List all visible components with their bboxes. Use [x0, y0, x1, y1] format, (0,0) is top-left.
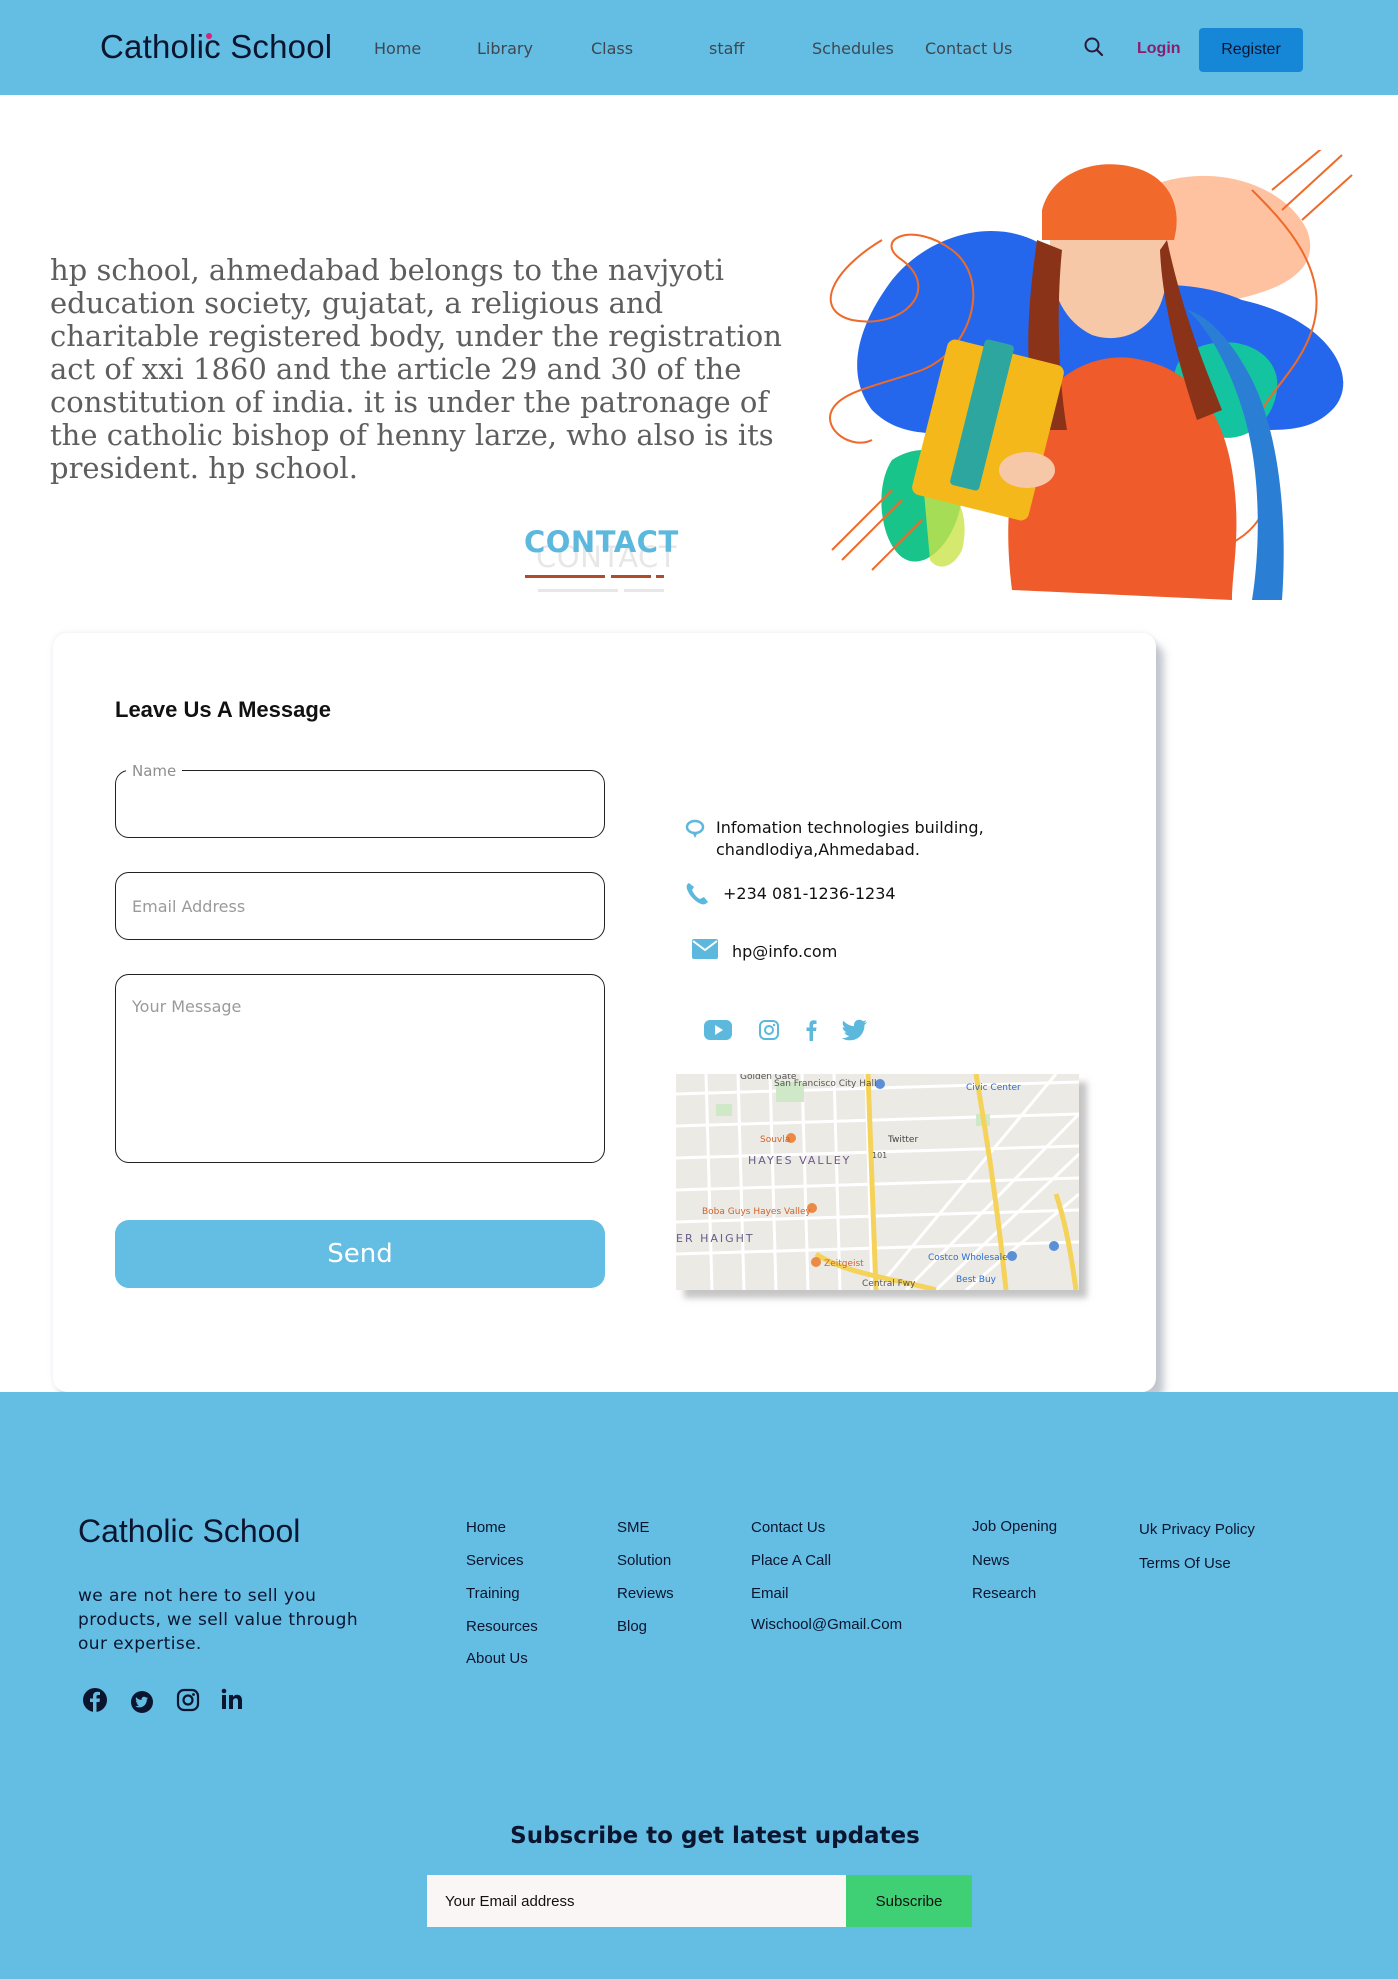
address-line-2: chandlodiya,Ahmedabad.	[716, 840, 920, 859]
heading-underline-shadow	[538, 589, 618, 592]
footer-link-home[interactable]: Home	[466, 1519, 506, 1536]
nav-link-staff[interactable]: staff	[709, 39, 744, 58]
twitter-icon[interactable]	[842, 1019, 868, 1041]
nav-link-home[interactable]: Home	[374, 39, 421, 58]
footer-link-contact-us[interactable]: Contact Us	[751, 1519, 825, 1536]
student-hero-illustration	[829, 150, 1353, 600]
footer-link-about-us[interactable]: About Us	[466, 1650, 528, 1667]
map-label: HAYES VALLEY	[748, 1154, 851, 1167]
message-field[interactable]	[115, 974, 605, 1163]
map-label: Costco Wholesale	[928, 1253, 1008, 1263]
youtube-icon[interactable]	[704, 1019, 732, 1041]
footer-logo[interactable]: Catholic School	[78, 1513, 300, 1550]
subscribe-title: Subscribe to get latest updates	[510, 1823, 920, 1849]
subscribe-button[interactable]: Subscribe	[846, 1875, 972, 1927]
heading-underline-shadow	[624, 589, 664, 592]
subscribe-email-input[interactable]	[427, 1875, 846, 1927]
map-label: Golden Gate	[740, 1074, 797, 1082]
facebook-icon[interactable]	[804, 1019, 818, 1041]
instagram-icon[interactable]	[176, 1688, 200, 1712]
location-map[interactable]: San Francisco City Hall Golden Gate Civi…	[676, 1074, 1079, 1290]
twitter-icon[interactable]	[130, 1690, 154, 1714]
login-link[interactable]: Login	[1137, 40, 1181, 58]
heading-underline	[525, 575, 605, 578]
map-label: Boba Guys Hayes Valley	[702, 1207, 812, 1217]
footer-link-news[interactable]: News	[972, 1552, 1010, 1569]
search-icon[interactable]	[1082, 35, 1106, 59]
facebook-icon[interactable]	[82, 1687, 108, 1713]
contact-email[interactable]: hp@info.com	[732, 941, 837, 963]
footer-link-services[interactable]: Services	[466, 1552, 524, 1569]
footer-link-terms-of-use[interactable]: Terms Of Use	[1139, 1555, 1231, 1572]
footer-link-job-opening[interactable]: Job Opening	[972, 1518, 1057, 1535]
footer-link-training[interactable]: Training	[466, 1585, 520, 1602]
heading-underline	[611, 575, 651, 578]
map-label: Best Buy	[956, 1275, 997, 1285]
footer-tagline: we are not here to sell you products, we…	[78, 1586, 359, 1654]
map-label: ER HAIGHT	[676, 1232, 755, 1245]
footer-link-research[interactable]: Research	[972, 1585, 1036, 1602]
footer-link-email[interactable]: Email	[751, 1585, 789, 1602]
map-label: Twitter	[887, 1135, 918, 1145]
map-label: Zeitgeist	[824, 1259, 864, 1269]
address-line-1: Infomation technologies building,	[716, 818, 984, 837]
nav-link-library[interactable]: Library	[477, 39, 533, 58]
nav-link-contact-us[interactable]: Contact Us	[925, 39, 1012, 58]
map-label: Civic Center	[966, 1083, 1021, 1093]
phone-number[interactable]: +234 081-1236-1234	[723, 883, 896, 905]
contact-heading: CONTACT	[524, 525, 679, 559]
footer-link-blog[interactable]: Blog	[617, 1618, 647, 1635]
footer-link-reviews[interactable]: Reviews	[617, 1585, 674, 1602]
register-button[interactable]: Register	[1199, 28, 1303, 72]
footer-link-place-a-call[interactable]: Place A Call	[751, 1552, 831, 1569]
location-icon	[685, 819, 705, 838]
footer-link-sme[interactable]: SME	[617, 1519, 650, 1536]
school-description: hp school, ahmedabad belongs to the navj…	[50, 253, 782, 485]
map-graphic[interactable]: San Francisco City Hall Golden Gate Civi…	[676, 1074, 1079, 1290]
phone-icon	[686, 883, 708, 905]
name-field-label: Name	[126, 762, 183, 780]
footer-link-solution[interactable]: Solution	[617, 1552, 671, 1569]
mail-icon	[692, 939, 718, 959]
heading-underline	[656, 575, 664, 578]
send-button[interactable]: Send	[115, 1220, 605, 1288]
nav-link-class[interactable]: Class	[591, 39, 633, 58]
name-field[interactable]	[115, 770, 605, 838]
top-navbar: Catholic School Home Library Class staff…	[0, 0, 1398, 95]
site-logo[interactable]: Catholic School	[100, 28, 332, 66]
linkedin-icon[interactable]	[221, 1688, 243, 1710]
form-title: Leave Us A Message	[115, 697, 332, 722]
nav-link-schedules[interactable]: Schedules	[812, 39, 894, 58]
footer-link-privacy-policy[interactable]: Uk Privacy Policy	[1139, 1521, 1255, 1538]
footer-link-resources[interactable]: Resources	[466, 1618, 538, 1635]
email-field[interactable]	[115, 872, 605, 940]
instagram-icon[interactable]	[758, 1019, 780, 1041]
logo-accent-dot	[206, 33, 212, 39]
map-label: Souvla	[760, 1135, 790, 1145]
map-label: 101	[872, 1151, 887, 1160]
footer-email-address[interactable]: Wischool@Gmail.Com	[751, 1616, 902, 1633]
map-label: Central Fwy	[862, 1279, 916, 1289]
